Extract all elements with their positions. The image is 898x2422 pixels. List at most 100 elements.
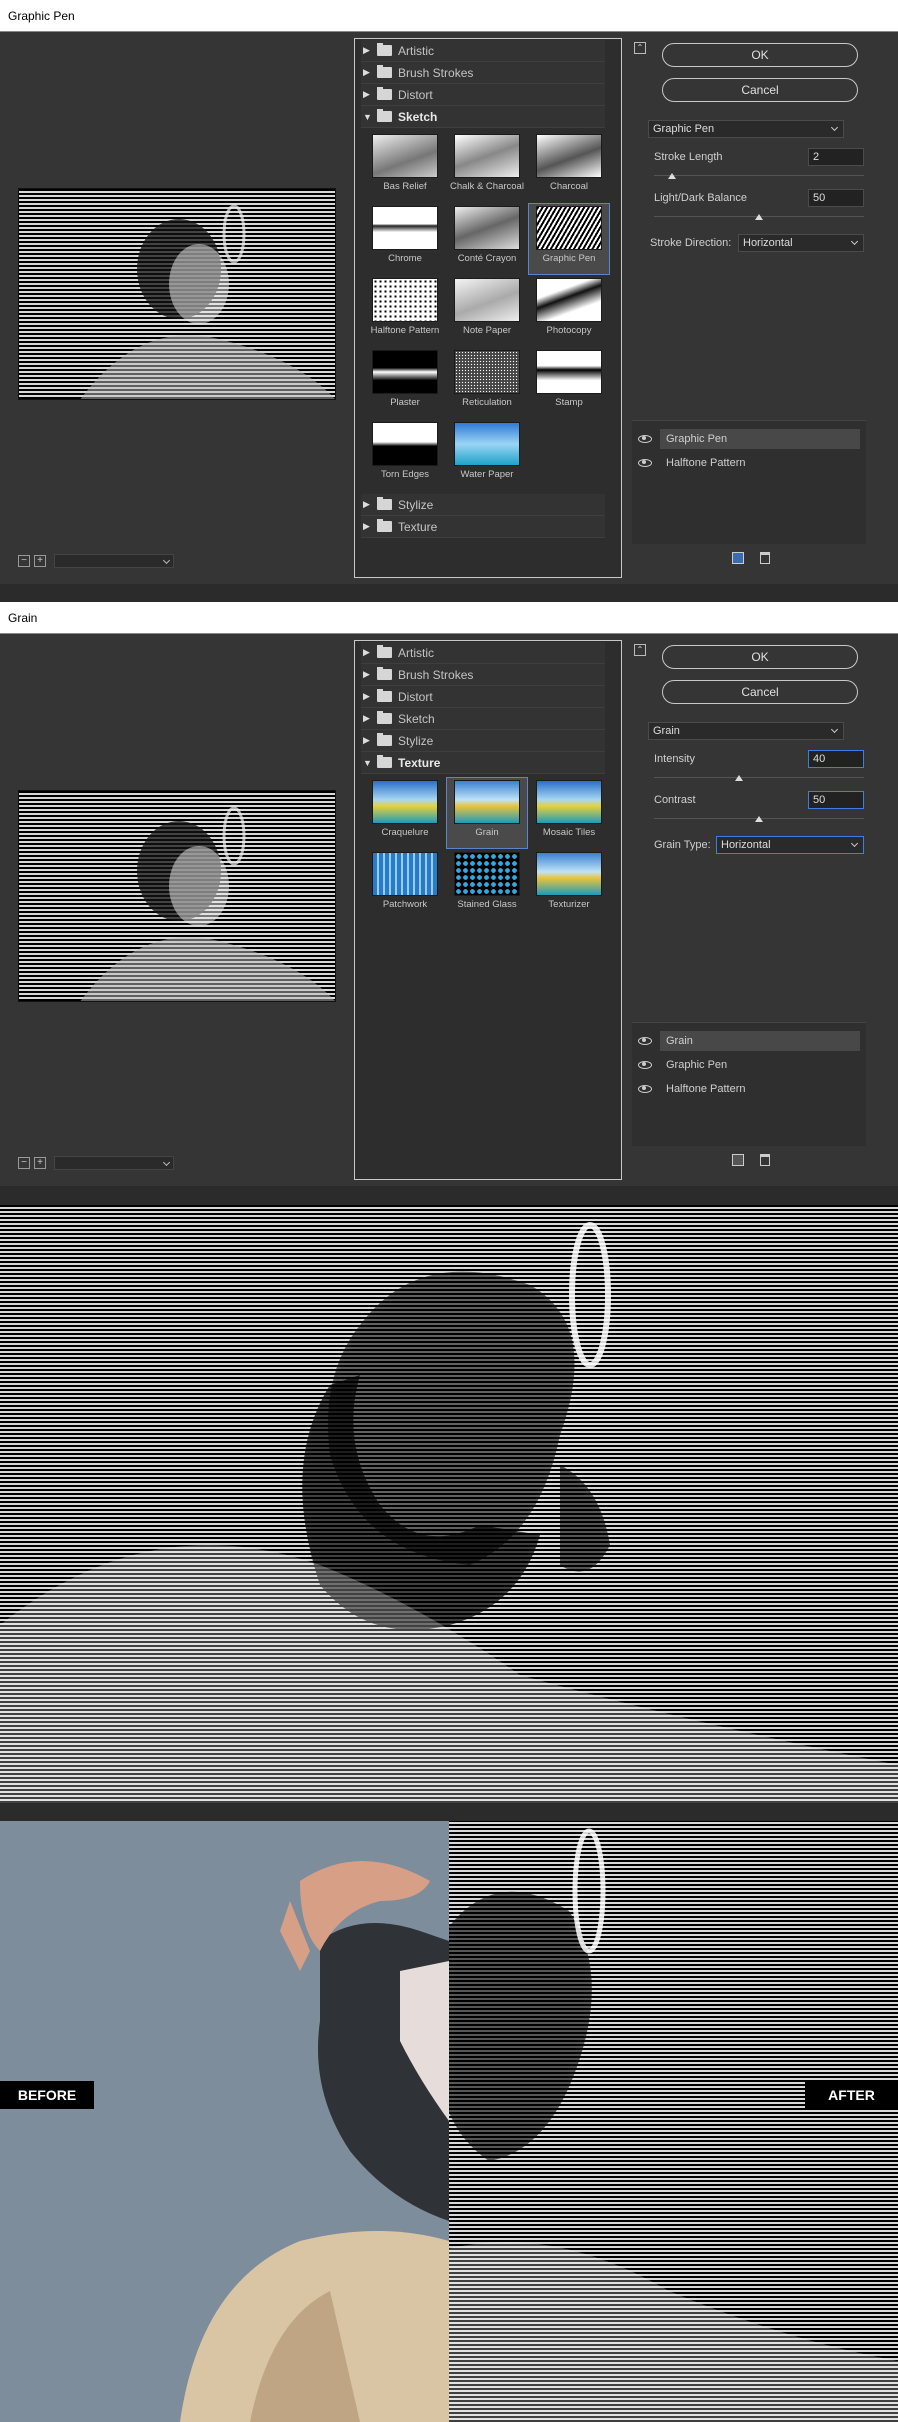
thumb-charcoal[interactable]: Charcoal [529,132,609,202]
thumb-grain[interactable]: Grain [446,777,528,849]
delete-layer-icon[interactable] [760,1154,770,1166]
stroke-length-track[interactable] [654,175,864,176]
settings-panel: ⌃ OK Cancel Grain Intensity 40 Contrast … [632,640,886,1180]
eye-icon[interactable] [638,459,652,467]
light-dark-param: Light/Dark Balance 50 [654,189,864,229]
thumb-halftone-pattern[interactable]: Halftone Pattern [365,276,445,346]
grain-type-select[interactable]: Horizontal [716,836,864,854]
new-effect-layer-icon[interactable] [732,552,744,564]
thumb-torn-edges[interactable]: Torn Edges [365,420,445,490]
collapse-gallery-icon[interactable]: ⌃ [634,42,646,54]
zoom-in-button[interactable]: + [34,555,46,567]
thumb-label: Torn Edges [380,469,430,480]
layer-item[interactable]: Graphic Pen [632,1053,866,1077]
texture-thumbnails: Craquelure Grain Mosaic Tiles Patchwork … [361,774,605,924]
thumb-note-paper[interactable]: Note Paper [447,276,527,346]
eye-icon[interactable] [638,1061,652,1069]
layer-item[interactable]: Halftone Pattern [632,451,866,475]
ok-button[interactable]: OK [662,645,858,669]
delete-layer-icon[interactable] [760,552,770,564]
collapse-gallery-icon[interactable]: ⌃ [634,644,646,656]
eye-icon[interactable] [638,1037,652,1045]
contrast-slider[interactable] [755,816,763,822]
folder-label: Stylize [398,733,434,748]
eye-icon[interactable] [638,1085,652,1093]
expand-icon: ▶ [363,713,370,723]
folder-artistic[interactable]: ▶ Artistic [361,40,605,62]
folder-stylize[interactable]: ▶ Stylize [361,494,605,516]
thumb-label: Chalk & Charcoal [450,181,524,192]
cancel-button[interactable]: Cancel [662,680,858,704]
intensity-track[interactable] [654,777,864,778]
thumb-chalk-charcoal[interactable]: Chalk & Charcoal [447,132,527,202]
layer-name: Halftone Pattern [666,1083,746,1095]
intensity-slider[interactable] [735,775,743,781]
filter-select[interactable]: Graphic Pen [648,120,844,138]
preview-area[interactable]: − + [6,38,350,578]
dialog-title: Grain [0,602,898,634]
folder-brush-strokes[interactable]: ▶ Brush Strokes [361,62,605,84]
thumb-plaster[interactable]: Plaster [365,348,445,418]
cancel-button[interactable]: Cancel [662,78,858,102]
thumb-image [454,206,520,250]
stroke-length-input[interactable]: 2 [808,148,864,166]
light-dark-slider[interactable] [755,214,763,220]
thumb-water-paper[interactable]: Water Paper [447,420,527,490]
thumb-image [372,134,438,178]
thumb-reticulation[interactable]: Reticulation [447,348,527,418]
layer-item[interactable]: Graphic Pen [632,427,866,451]
thumb-stained-glass[interactable]: Stained Glass [447,850,527,920]
thumb-graphic-pen[interactable]: Graphic Pen [528,203,610,275]
folder-sketch[interactable]: ▶ Sketch [361,708,605,730]
stroke-length-slider[interactable] [668,173,676,179]
thumb-conte-crayon[interactable]: Conté Crayon [447,204,527,274]
zoom-select[interactable] [54,1156,174,1170]
folder-distort[interactable]: ▶ Distort [361,84,605,106]
thumb-texturizer[interactable]: Texturizer [529,850,609,920]
light-dark-input[interactable]: 50 [808,189,864,207]
preview-area[interactable]: − + [6,640,350,1180]
thumb-label: Graphic Pen [542,253,596,264]
zoom-out-button[interactable]: − [18,1157,30,1169]
layer-buttons [732,1154,770,1166]
folder-texture[interactable]: ▶ Texture [361,516,605,538]
preview-image [18,790,336,1002]
stroke-length-label: Stroke Length [654,151,723,163]
folder-stylize[interactable]: ▶ Stylize [361,730,605,752]
effect-layers: Grain Graphic Pen Halftone Pattern [632,1022,866,1146]
zoom-in-button[interactable]: + [34,1157,46,1169]
layer-item[interactable]: Grain [632,1029,866,1053]
settings-panel: ⌃ OK Cancel Graphic Pen Stroke Length 2 … [632,38,886,578]
thumb-chrome[interactable]: Chrome [365,204,445,274]
folder-brush-strokes[interactable]: ▶ Brush Strokes [361,664,605,686]
folder-label: Brush Strokes [398,667,474,682]
thumb-craquelure[interactable]: Craquelure [365,778,445,848]
folder-distort[interactable]: ▶ Distort [361,686,605,708]
folder-label: Artistic [398,43,434,58]
ok-button[interactable]: OK [662,43,858,67]
thumb-image [372,780,438,824]
thumb-patchwork[interactable]: Patchwork [365,850,445,920]
folder-sketch[interactable]: ▼ Sketch [361,106,605,128]
folder-artistic[interactable]: ▶ Artistic [361,642,605,664]
thumb-bas-relief[interactable]: Bas Relief [365,132,445,202]
thumb-label: Note Paper [462,325,512,336]
thumb-photocopy[interactable]: Photocopy [529,276,609,346]
thumb-mosaic-tiles[interactable]: Mosaic Tiles [529,778,609,848]
grain-type-value: Horizontal [721,839,771,851]
thumb-image [372,350,438,394]
zoom-controls: − + [18,1156,174,1170]
stroke-direction-select[interactable]: Horizontal [738,234,864,252]
thumb-stamp[interactable]: Stamp [529,348,609,418]
contrast-input[interactable]: 50 [808,791,864,809]
zoom-out-button[interactable]: − [18,555,30,567]
intensity-input[interactable]: 40 [808,750,864,768]
zoom-select[interactable] [54,554,174,568]
folder-texture[interactable]: ▼ Texture [361,752,605,774]
eye-icon[interactable] [638,435,652,443]
chevron-down-icon [850,839,859,848]
contrast-param: Contrast 50 [654,791,864,831]
new-effect-layer-icon[interactable] [732,1154,744,1166]
layer-item[interactable]: Halftone Pattern [632,1077,866,1101]
filter-select[interactable]: Grain [648,722,844,740]
